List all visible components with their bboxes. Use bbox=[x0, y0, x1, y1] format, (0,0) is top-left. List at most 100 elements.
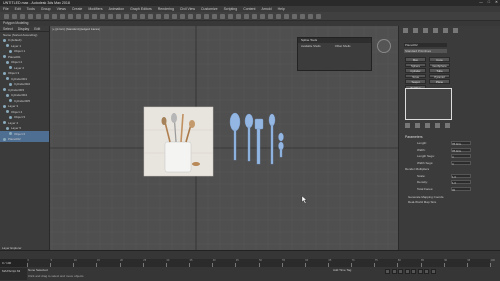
menu-content[interactable]: Content bbox=[243, 7, 255, 11]
toolbar-button[interactable] bbox=[220, 14, 225, 19]
toolbar-button[interactable] bbox=[84, 14, 89, 19]
pin-stack-icon[interactable] bbox=[405, 123, 410, 128]
toolbar-button[interactable] bbox=[4, 14, 9, 19]
display-tab-icon[interactable] bbox=[443, 28, 448, 33]
time-slider[interactable]: 0 / 100 bbox=[0, 259, 27, 267]
utensil-models[interactable] bbox=[229, 112, 284, 165]
visibility-icon[interactable] bbox=[6, 44, 9, 48]
menu-group[interactable]: Group bbox=[41, 7, 51, 11]
toolbar-button[interactable] bbox=[212, 14, 217, 19]
create-plane-button[interactable]: Plane bbox=[429, 79, 450, 84]
visibility-icon[interactable] bbox=[3, 38, 6, 42]
param-spinner[interactable]: 1.0 bbox=[451, 173, 471, 179]
menu-customize[interactable]: Customize bbox=[201, 7, 218, 11]
playback-button[interactable] bbox=[385, 269, 390, 274]
toolbar-button[interactable] bbox=[268, 14, 273, 19]
toolbar-button[interactable] bbox=[52, 14, 57, 19]
maximize-button[interactable]: □ bbox=[488, 0, 490, 4]
add-time-tag[interactable]: Add Time Tag bbox=[333, 268, 351, 272]
visibility-icon[interactable] bbox=[6, 126, 9, 130]
toolbar-button[interactable] bbox=[60, 14, 65, 19]
param-spinner[interactable]: 4 bbox=[451, 154, 471, 159]
configure-sets-icon[interactable] bbox=[445, 123, 450, 128]
menu-tools[interactable]: Tools bbox=[27, 7, 35, 11]
close-button[interactable]: ✕ bbox=[495, 0, 498, 4]
tab-select[interactable]: Select bbox=[3, 27, 13, 31]
visibility-icon[interactable] bbox=[9, 132, 12, 136]
timeline-track[interactable]: 0 5 10 15 20 25 30 35 40 45 50 55 60 65 70 75 80 85 90 95 10… bbox=[27, 259, 495, 267]
menu-rendering[interactable]: Rendering bbox=[158, 7, 174, 11]
visibility-icon[interactable] bbox=[3, 121, 6, 125]
toolbar-button[interactable] bbox=[180, 14, 185, 19]
viewport-front[interactable]: [+] [Front] [Standard] [Edged Faces] Spl… bbox=[50, 26, 398, 250]
param-spinner[interactable]: 78.0cm bbox=[451, 141, 471, 146]
visibility-icon[interactable] bbox=[6, 77, 9, 81]
playback-button[interactable] bbox=[398, 269, 403, 274]
create-tube-button[interactable]: Tube bbox=[429, 68, 450, 73]
create-torus-button[interactable]: Torus bbox=[405, 73, 426, 78]
create-sphere-button[interactable]: Sphere bbox=[405, 62, 426, 67]
tab-display[interactable]: Display bbox=[18, 27, 29, 31]
modify-tab-icon[interactable] bbox=[413, 28, 418, 33]
param-spinner[interactable]: 1.0 bbox=[451, 180, 471, 185]
toolbar-button[interactable] bbox=[140, 14, 145, 19]
visibility-icon[interactable] bbox=[3, 71, 6, 75]
hierarchy-tab-icon[interactable] bbox=[423, 28, 428, 33]
create-teapot-button[interactable]: Teapot bbox=[405, 79, 426, 84]
toolbar-button[interactable] bbox=[68, 14, 73, 19]
playback-button[interactable] bbox=[411, 269, 416, 274]
menu-views[interactable]: Views bbox=[57, 7, 66, 11]
toolbar-button[interactable] bbox=[292, 14, 297, 19]
visibility-icon[interactable] bbox=[3, 104, 6, 108]
tab-edit[interactable]: Edit bbox=[34, 27, 40, 31]
toolbar-button[interactable] bbox=[284, 14, 289, 19]
real-world-map-checkbox[interactable]: Real-World Map Size bbox=[408, 200, 436, 204]
menu-modifiers[interactable]: Modifiers bbox=[88, 7, 102, 11]
create-tab-icon[interactable] bbox=[403, 28, 408, 33]
create-box-button[interactable]: Box bbox=[405, 57, 426, 62]
maxscript-listener[interactable]: MAXScript Mi bbox=[0, 268, 27, 280]
playback-button[interactable] bbox=[391, 269, 397, 274]
create-cylinder-button[interactable]: Cylinder bbox=[405, 68, 426, 73]
menu-civil-view[interactable]: Civil View bbox=[180, 7, 195, 11]
toolbar-button[interactable] bbox=[100, 14, 105, 19]
toolbar-button[interactable] bbox=[108, 14, 113, 19]
toolbar-button[interactable] bbox=[124, 14, 129, 19]
toolbar-button[interactable] bbox=[316, 14, 321, 19]
remove-modifier-icon[interactable] bbox=[435, 123, 440, 128]
toolbar-button[interactable] bbox=[236, 14, 241, 19]
playback-button[interactable] bbox=[417, 269, 423, 274]
toolbar-button[interactable] bbox=[228, 14, 233, 19]
visibility-icon[interactable] bbox=[6, 60, 9, 64]
playback-button[interactable] bbox=[424, 269, 429, 274]
layer-explorer-label[interactable]: Layer Explorer bbox=[2, 246, 22, 250]
toolbar-button[interactable] bbox=[204, 14, 209, 19]
utilities-tab-icon[interactable] bbox=[453, 28, 458, 33]
param-spinner[interactable]: 4 bbox=[451, 160, 471, 166]
toolbar-button[interactable] bbox=[276, 14, 281, 19]
menu-graph-editors[interactable]: Graph Editors bbox=[130, 7, 152, 11]
playback-button[interactable] bbox=[430, 269, 436, 274]
visibility-icon[interactable] bbox=[9, 99, 12, 103]
primitive-type-dropdown[interactable]: Standard Primitives bbox=[404, 49, 447, 53]
object-name-field[interactable]: Plane002 bbox=[404, 43, 447, 47]
param-spinner[interactable]: 78.0cm bbox=[451, 147, 471, 153]
toolbar-button[interactable] bbox=[172, 14, 177, 19]
menu-help[interactable]: Help bbox=[278, 7, 285, 11]
toolbar-button[interactable] bbox=[28, 14, 33, 19]
menu-scripting[interactable]: Scripting bbox=[224, 7, 238, 11]
visibility-icon[interactable] bbox=[9, 66, 12, 70]
minimize-button[interactable]: — bbox=[479, 0, 483, 4]
toolbar-button[interactable] bbox=[116, 14, 121, 19]
menu-create[interactable]: Create bbox=[72, 7, 83, 11]
visibility-icon[interactable] bbox=[3, 55, 6, 59]
toolbar-button[interactable] bbox=[260, 14, 265, 19]
toolbar-button[interactable] bbox=[164, 14, 169, 19]
visibility-icon[interactable] bbox=[9, 82, 12, 86]
menu-file[interactable]: File bbox=[3, 7, 9, 11]
reference-image-plane[interactable] bbox=[143, 106, 214, 177]
toolbar-button[interactable] bbox=[156, 14, 161, 19]
scene-item[interactable]: Plane002 bbox=[0, 136, 49, 142]
toolbar-button[interactable] bbox=[300, 14, 305, 19]
viewcube-icon[interactable] bbox=[377, 39, 391, 53]
